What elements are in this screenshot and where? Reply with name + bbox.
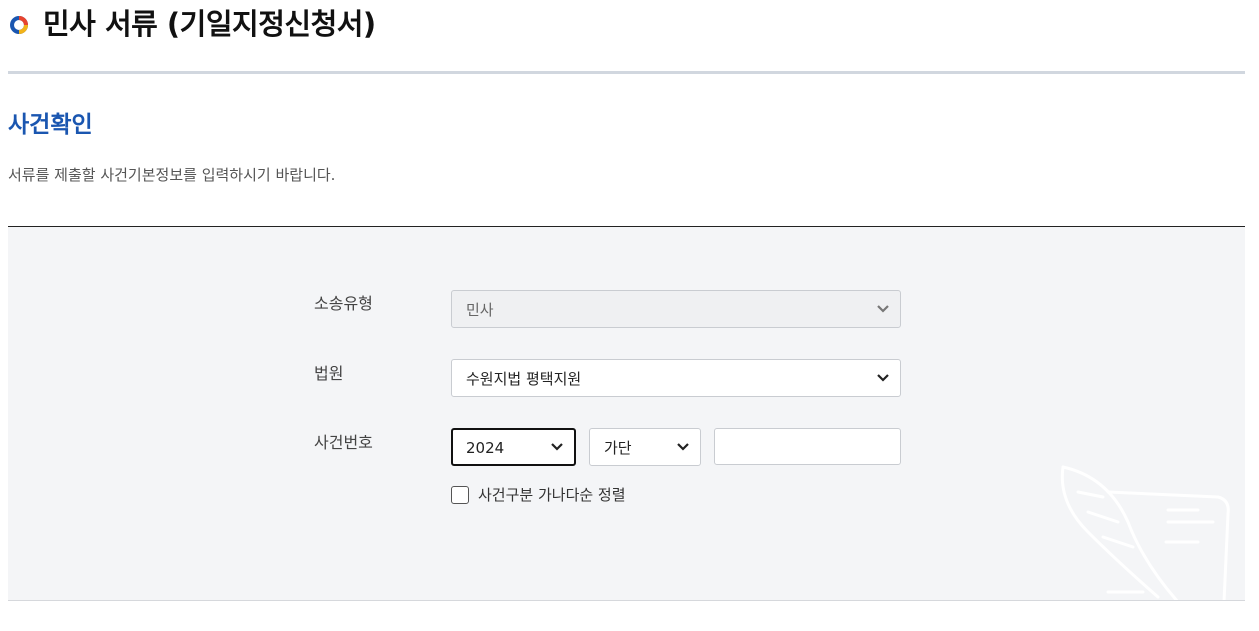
section-title: 사건확인 [8,112,93,138]
case-year-select[interactable]: 2024 [451,428,576,466]
court-label: 법원 [314,364,344,383]
section-description: 서류를 제출할 사건기본정보를 입력하시기 바랍니다. [8,166,336,184]
page-header: 민사 서류 (기일지정신청서) [8,0,1245,74]
chevron-down-icon [877,374,889,382]
chevron-down-icon [677,443,689,451]
case-number-label: 사건번호 [314,433,373,452]
court-select[interactable]: 수원지법 평택지원 [451,359,901,397]
sort-checkbox[interactable] [451,486,469,504]
chevron-down-icon [551,443,563,451]
court-value: 수원지법 평택지원 [466,370,582,388]
ring-logo-icon [10,16,28,34]
case-category-value: 가단 [604,439,632,457]
case-year-value: 2024 [466,439,505,457]
feather-document-icon [1060,465,1230,600]
page-title: 민사 서류 (기일지정신청서) [43,7,376,41]
case-category-select[interactable]: 가단 [589,428,701,466]
case-number-input[interactable] [714,428,901,465]
case-type-value: 민사 [466,301,494,319]
case-form-panel: 소송유형 민사 법원 수원지법 평택지원 사건번호 2024 가단 사건구분 가… [8,226,1245,601]
case-type-label: 소송유형 [314,294,373,313]
chevron-down-icon [877,305,889,313]
sort-checkbox-label[interactable]: 사건구분 가나다순 정렬 [478,483,626,507]
case-type-select: 민사 [451,290,901,328]
